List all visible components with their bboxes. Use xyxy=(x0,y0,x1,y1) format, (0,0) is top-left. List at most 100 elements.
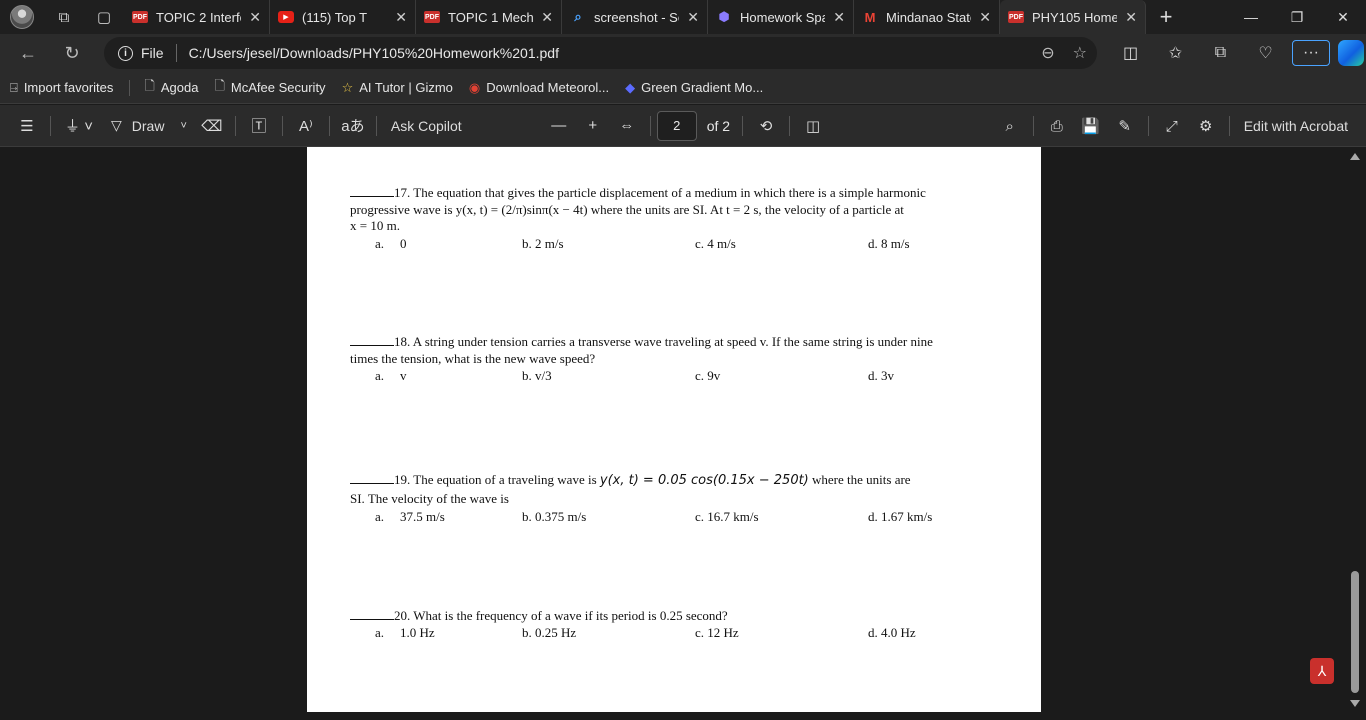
rotate-icon[interactable]: ⟲ xyxy=(749,105,783,147)
window-controls: — ❐ ✕ xyxy=(1228,0,1366,34)
url-text[interactable]: C:/Users/jesel/Downloads/PHY105%20Homewo… xyxy=(189,45,559,61)
favorite-mcafee[interactable]: 🗋 McAfee Security xyxy=(214,77,325,99)
copilot-icon[interactable] xyxy=(1338,40,1364,66)
eraser-icon[interactable]: ⌫ xyxy=(195,105,229,147)
split-screen-icon[interactable]: ◫ xyxy=(1108,34,1153,72)
workspaces-icon[interactable]: ⧉ xyxy=(44,0,84,34)
favorite-green-gradient[interactable]: ◆ Green Gradient Mo... xyxy=(625,80,763,96)
close-icon[interactable]: ✕ xyxy=(249,9,261,26)
tab-gmail[interactable]: M Mindanao State ✕ xyxy=(854,0,1000,34)
print-icon[interactable]: ⎙ xyxy=(1040,105,1074,147)
contents-icon[interactable]: ☰ xyxy=(10,105,44,147)
info-icon[interactable]: i xyxy=(118,45,133,61)
pdf-page: 17. The equation that gives the particle… xyxy=(307,147,1041,712)
minimize-icon[interactable]: — xyxy=(1228,0,1274,34)
zoom-out-icon[interactable]: — xyxy=(542,105,576,147)
close-icon[interactable]: ✕ xyxy=(979,9,991,26)
choice-d: d. 1.67 km/s xyxy=(868,509,933,524)
choice-d: d. 4.0 Hz xyxy=(868,625,916,640)
divider xyxy=(742,115,744,136)
scroll-down-icon[interactable] xyxy=(1350,700,1360,707)
choice-label: a. xyxy=(375,625,385,640)
draw-button[interactable]: ▽ Draw ˅ xyxy=(111,105,187,147)
close-icon[interactable]: ✕ xyxy=(395,9,407,26)
favorite-agoda[interactable]: 🗋 Agoda xyxy=(144,77,198,99)
divider xyxy=(328,115,330,136)
favorite-import[interactable]: ⍈ Import favorites xyxy=(10,80,113,96)
close-icon[interactable]: ✕ xyxy=(833,9,845,26)
scroll-up-icon[interactable] xyxy=(1350,153,1360,160)
fullscreen-icon[interactable]: ⤢ xyxy=(1155,105,1189,147)
more-menu-icon[interactable]: ··· xyxy=(1292,40,1330,66)
edit-with-acrobat-label: Edit with Acrobat xyxy=(1243,118,1348,134)
tab-search[interactable]: ⌕ screenshot - Se ✕ xyxy=(562,0,708,34)
save-as-icon[interactable]: ✎ xyxy=(1108,105,1142,147)
page-total: of 2 xyxy=(706,117,731,134)
question-text: progressive wave is y(x, t) = (2/π)sinπ(… xyxy=(350,201,904,217)
close-window-icon[interactable]: ✕ xyxy=(1320,0,1366,34)
choices-17: a. 0 b. 2 m/s c. 4 m/s d. 8 m/s xyxy=(375,236,975,252)
choices-19: a. 37.5 m/s b. 0.375 m/s c. 16.7 km/s d.… xyxy=(375,509,975,525)
question-18: 18. A string under tension carries a tra… xyxy=(350,334,1000,367)
favorites-icon[interactable]: ✩ xyxy=(1153,34,1198,72)
tab-homework[interactable]: ⬢ Homework Spac ✕ xyxy=(708,0,854,34)
youtube-icon: ▶ xyxy=(278,11,294,23)
divider xyxy=(129,79,131,96)
refresh-icon[interactable]: ↻ xyxy=(52,34,92,72)
tab-title: (115) Top T xyxy=(302,9,368,25)
tab-youtube[interactable]: ▶ (115) Top T ✕ xyxy=(270,0,416,34)
collections-icon[interactable]: ⧉ xyxy=(1198,34,1243,72)
profile-button[interactable] xyxy=(0,0,44,34)
restore-icon[interactable]: ❐ xyxy=(1274,0,1320,34)
divider xyxy=(1032,116,1034,136)
zoom-in-icon[interactable]: + xyxy=(576,105,610,147)
settings-gear-icon[interactable]: ⚙ xyxy=(1189,105,1223,147)
tab-topic2[interactable]: PDF TOPIC 2 Interfer ✕ xyxy=(124,0,270,34)
close-icon[interactable]: ✕ xyxy=(687,9,699,26)
save-icon[interactable]: 💾 xyxy=(1074,105,1108,147)
vertical-scrollbar[interactable] xyxy=(1350,147,1360,720)
scrollbar-thumb[interactable] xyxy=(1351,571,1359,693)
tab-actions-icon[interactable]: ▢ xyxy=(84,0,124,34)
favorite-meteorol[interactable]: ◉ Download Meteorol... xyxy=(469,80,609,96)
question-text: 18. A string under tension carries a tra… xyxy=(394,334,933,349)
choice-a: 37.5 m/s xyxy=(400,509,445,524)
tab-topic1[interactable]: PDF TOPIC 1 Mechar ✕ xyxy=(416,0,562,34)
canva-icon: ◆ xyxy=(625,79,636,95)
pdf-viewer[interactable]: 17. The equation that gives the particle… xyxy=(0,147,1366,720)
question-text: SI. The velocity of the wave is xyxy=(350,491,509,506)
zoom-icon[interactable]: ⊖ xyxy=(1041,43,1054,63)
choice-a: 0 xyxy=(400,236,407,251)
new-tab-button[interactable]: + xyxy=(1146,0,1186,34)
answer-blank xyxy=(350,186,394,197)
edit-with-acrobat-button[interactable]: Edit with Acrobat xyxy=(1236,105,1366,147)
favorite-star-icon[interactable]: ☆ xyxy=(1073,43,1087,63)
acrobat-icon[interactable]: ⅄ xyxy=(1310,658,1334,684)
choices-18: a. v b. v/3 c. 9v d. 3v xyxy=(375,368,975,384)
performance-icon[interactable]: ♡ xyxy=(1243,34,1288,72)
text-box-icon[interactable]: 🅃 xyxy=(242,105,276,147)
address-bar[interactable]: i File C:/Users/jesel/Downloads/PHY105%2… xyxy=(104,37,1097,69)
fit-width-icon[interactable]: ⇔ xyxy=(610,105,644,147)
favorite-label: Green Gradient Mo... xyxy=(641,80,764,95)
wave-equation: y(x, t) = 0.05 cos(0.15x − 250t) xyxy=(599,473,809,488)
close-icon[interactable]: ✕ xyxy=(1125,9,1137,26)
favorite-label: AI Tutor | Gizmo xyxy=(359,80,453,95)
back-icon[interactable]: ← xyxy=(8,34,48,72)
favorite-gizmo[interactable]: ☆ AI Tutor | Gizmo xyxy=(342,80,453,96)
highlight-icon[interactable]: ⏚ ˅ xyxy=(57,105,101,147)
page-number-input[interactable]: 2 xyxy=(656,110,697,141)
choice-label: a. xyxy=(375,368,385,383)
favorites-bar: ⍈ Import favorites 🗋 Agoda 🗋 McAfee Secu… xyxy=(0,72,1366,104)
page-view-icon[interactable]: ◫ xyxy=(796,105,830,147)
read-aloud-icon[interactable]: A⁾ xyxy=(289,105,323,147)
question-19: 19. The equation of a traveling wave is … xyxy=(350,470,1000,508)
translate-icon[interactable]: aあ xyxy=(336,105,370,147)
choice-b: b. v/3 xyxy=(522,368,552,383)
tab-phy105[interactable]: PDF PHY105 Homew ✕ xyxy=(1000,0,1146,34)
find-icon[interactable]: ⌕ xyxy=(993,105,1027,147)
ask-copilot-button[interactable]: Ask Copilot xyxy=(391,105,462,147)
tab-title: TOPIC 1 Mechar xyxy=(448,9,534,25)
choice-b: b. 0.375 m/s xyxy=(522,509,587,524)
close-icon[interactable]: ✕ xyxy=(541,9,553,26)
